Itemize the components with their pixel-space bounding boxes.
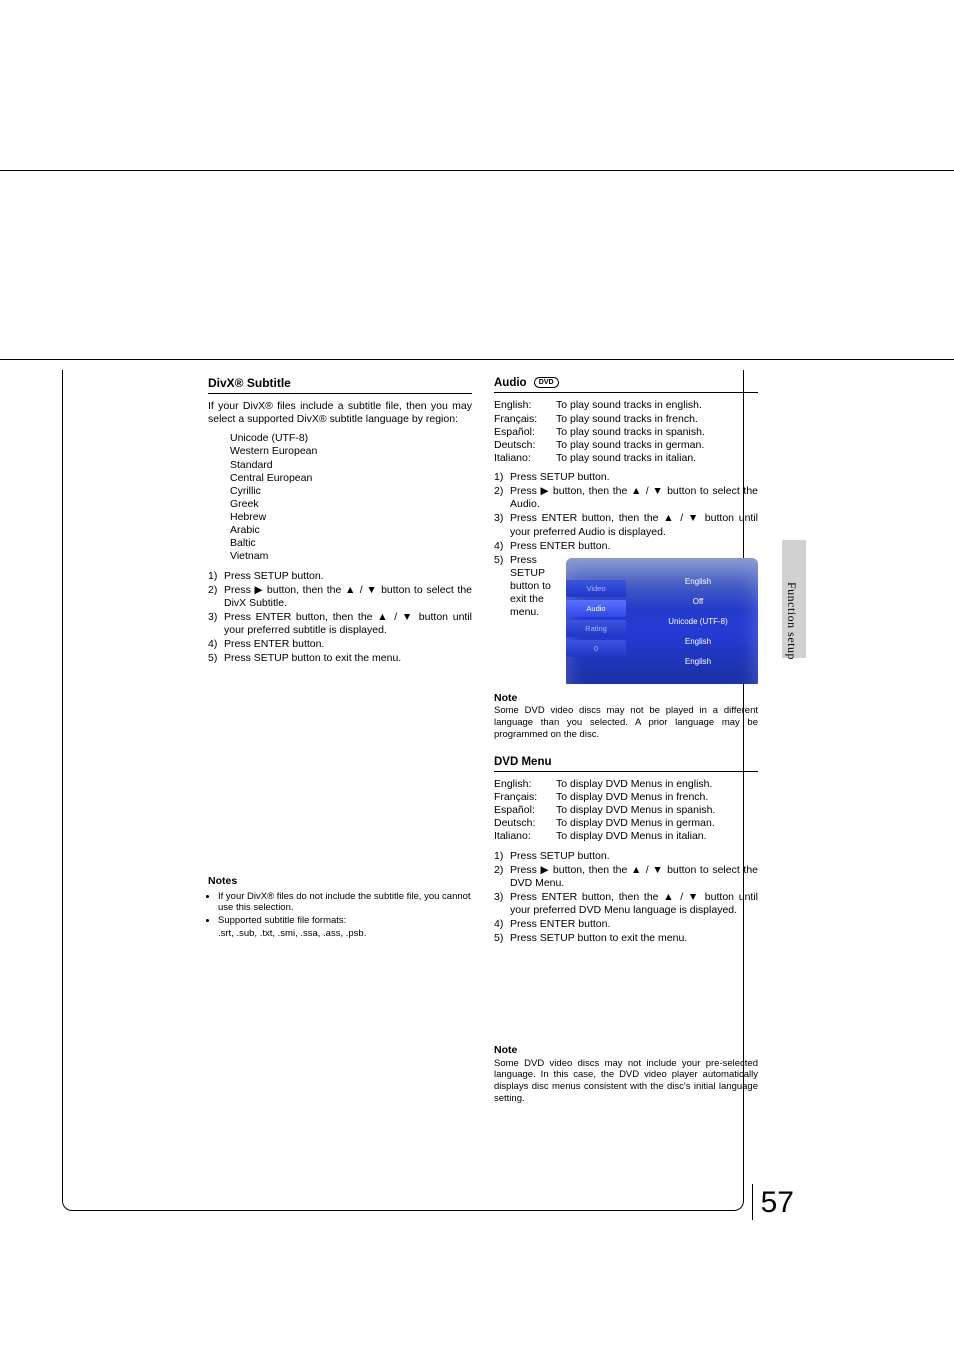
lang-name: Español: [494,804,556,817]
divx-heading: DivX® Subtitle [208,376,472,394]
lang-desc: To play sound tracks in english. [556,399,709,412]
dvd-step5: Press SETUP button to exit the menu. [510,932,758,945]
lang-name: English: [494,778,556,791]
note-item: If your DivX® files do not include the s… [218,891,472,915]
side-caption: Function setup [784,582,799,660]
audio-lang-table: English:To play sound tracks in english.… [494,399,709,465]
audio-step2: Press ▶ button, then the ▲ / ▼ button to… [510,485,758,511]
divx-step: Press SETUP button. [224,570,472,583]
notes-heading: Notes [208,875,472,888]
encoding-item: Arabic [230,524,472,537]
menu-value: Off [648,592,748,612]
menu-values: EnglishOffUnicode (UTF-8)EnglishEnglish [648,572,748,672]
divx-step: Press ENTER button. [224,638,472,651]
dvd-step2: Press ▶ button, then the ▲ / ▼ button to… [510,864,758,890]
divx-step: Press ENTER button, then the ▲ / ▼ butto… [224,611,472,637]
page-number: 57 [761,1186,794,1220]
left-column: DivX® Subtitle If your DivX® files inclu… [208,376,472,941]
divx-step: Press ▶ button, then the ▲ / ▼ button to… [224,584,472,610]
lang-name: Deutsch: [494,817,556,830]
lang-desc: To display DVD Menus in italian. [556,830,719,843]
lang-desc: To display DVD Menus in french. [556,791,719,804]
dvdmenu-note-heading: Note [494,1044,758,1057]
encoding-list: Unicode (UTF-8)Western EuropeanStandardC… [230,432,472,563]
menu-tab: Video [566,580,626,597]
menu-tabs: Video Audio Rating 0 [566,580,626,660]
dvdmenu-heading: DVD Menu [494,755,758,772]
dvdmenu-lang-table: English:To display DVD Menus in english.… [494,778,719,844]
lang-desc: To play sound tracks in spanish. [556,426,709,439]
menu-value: English [648,572,748,592]
lang-name: Français: [494,413,556,426]
dvd-step3: Press ENTER button, then the ▲ / ▼ butto… [510,891,758,917]
lang-desc: To play sound tracks in italian. [556,452,709,465]
encoding-item: Hebrew [230,511,472,524]
divx-step: Press SETUP button to exit the menu. [224,652,472,665]
dvd-step1: Press SETUP button. [510,850,758,863]
audio-step1: Press SETUP button. [510,471,758,484]
lang-desc: To display DVD Menus in english. [556,778,719,791]
lang-desc: To display DVD Menus in german. [556,817,719,830]
encoding-item: Baltic [230,537,472,550]
dvdmenu-steps: 1)Press SETUP button. 2)Press ▶ button, … [494,850,758,946]
encoding-item: Western European [230,445,472,458]
setup-menu-screenshot: VideoAudioRating0 EnglishOffUnicode (UTF… [566,558,758,684]
encoding-item: Cyrillic [230,485,472,498]
divx-heading-text: DivX® Subtitle [208,376,291,390]
encoding-item: Greek [230,498,472,511]
menu-value: Unicode (UTF-8) [648,612,748,632]
audio-note: Some DVD video discs may not be played i… [494,705,758,741]
right-column: Audio DVD English:To play sound tracks i… [494,376,758,1105]
divx-intro: If your DivX® files include a subtitle f… [208,400,472,426]
note-item: .srt, .sub, .txt, .smi, .ssa, .ass, .psb… [218,928,472,940]
menu-value: English [648,632,748,652]
divx-steps: 1)Press SETUP button.2)Press ▶ button, t… [208,570,472,666]
lang-name: Français: [494,791,556,804]
audio-heading: Audio DVD [494,376,758,393]
encoding-item: Standard [230,459,472,472]
lang-desc: To play sound tracks in french. [556,413,709,426]
header-band [0,170,954,360]
menu-tab: 0 [566,640,626,657]
lang-name: Italiano: [494,830,556,843]
audio-steps: 1)Press SETUP button. 2)Press ▶ button, … [494,471,758,684]
menu-tab: Audio [566,600,626,617]
lang-desc: To display DVD Menus in spanish. [556,804,719,817]
audio-step4: Press ENTER button. [510,540,758,553]
page-number-rule [752,1184,753,1220]
menu-tab: Rating [566,620,626,637]
divx-notes: Notes If your DivX® files do not include… [208,875,472,940]
audio-step5: Press SETUP button to exit the menu. [510,554,566,620]
dvd-badge-icon: DVD [534,377,559,388]
note-item: Supported subtitle file formats: [218,915,472,927]
encoding-item: Central European [230,472,472,485]
audio-heading-text: Audio [494,377,527,389]
lang-name: Español: [494,426,556,439]
notes-list: If your DivX® files do not include the s… [218,891,472,941]
lang-name: English: [494,399,556,412]
dvdmenu-note: Some DVD video discs may not include you… [494,1058,758,1106]
lang-desc: To play sound tracks in german. [556,439,709,452]
encoding-item: Unicode (UTF-8) [230,432,472,445]
lang-name: Italiano: [494,452,556,465]
encoding-item: Vietnam [230,550,472,563]
dvd-step4: Press ENTER button. [510,918,758,931]
menu-value: English [648,652,748,672]
audio-step3: Press ENTER button, then the ▲ / ▼ butto… [510,512,758,538]
lang-name: Deutsch: [494,439,556,452]
audio-note-heading: Note [494,692,758,705]
